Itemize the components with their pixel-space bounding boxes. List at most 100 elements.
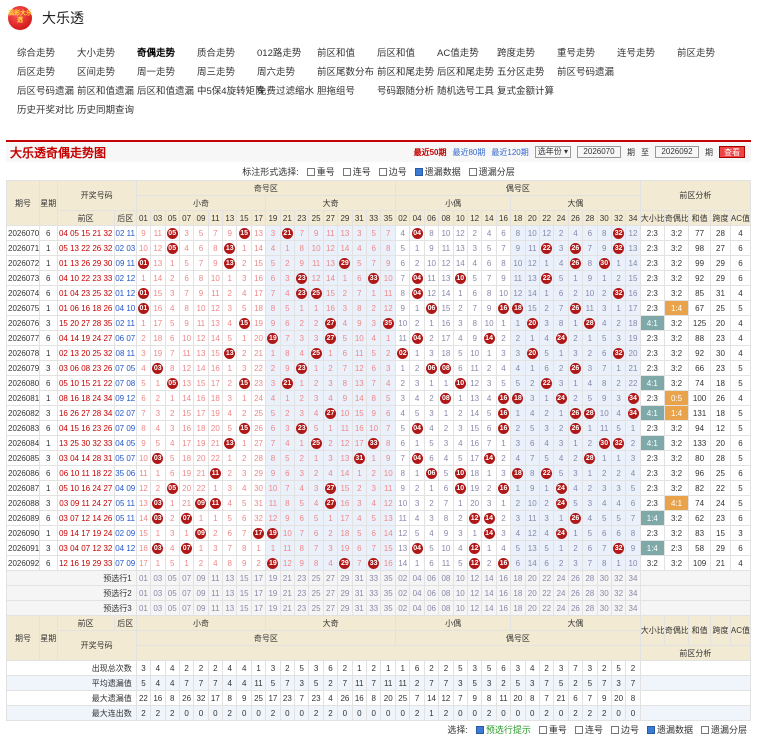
number-cell[interactable]: 12 bbox=[193, 330, 209, 346]
number-cell[interactable]: 8 bbox=[582, 255, 598, 271]
number-cell[interactable]: 5 bbox=[395, 240, 411, 256]
number-cell[interactable]: 10 bbox=[308, 240, 324, 256]
number-cell[interactable]: 12 bbox=[466, 375, 483, 391]
number-cell[interactable]: 29 bbox=[337, 555, 353, 571]
number-cell[interactable]: 4 bbox=[322, 555, 339, 571]
number-cell[interactable]: 9 bbox=[380, 255, 397, 271]
table-row[interactable]: 2026080 6 05 10 15 21 22 07 08 5 1 05 13 15 17 2 15… bbox=[6, 375, 752, 391]
number-cell[interactable]: 13 bbox=[222, 345, 238, 361]
checkbox-icon[interactable] bbox=[610, 726, 619, 735]
preselect-number[interactable]: 27 bbox=[322, 600, 339, 616]
table-row[interactable]: 2026082 3 16 26 27 28 34 02 07 7 3 2 15 17 19 4 2 25… bbox=[6, 405, 752, 421]
number-cell[interactable]: 2 bbox=[409, 480, 425, 496]
number-cell[interactable]: 5 bbox=[308, 510, 324, 526]
number-cell[interactable]: 8 bbox=[438, 510, 454, 526]
number-cell[interactable]: 2 bbox=[236, 255, 252, 271]
preselect-number[interactable]: 26 bbox=[567, 570, 584, 586]
number-cell[interactable]: 7 bbox=[365, 375, 382, 391]
number-cell[interactable]: 11 bbox=[207, 495, 224, 511]
number-cell[interactable]: 5 bbox=[625, 480, 641, 496]
number-cell[interactable]: 5 bbox=[236, 300, 252, 316]
number-cell[interactable]: 11 bbox=[395, 330, 411, 346]
number-cell[interactable]: 2 bbox=[265, 360, 281, 376]
preselect-number[interactable]: 35 bbox=[380, 585, 397, 601]
number-cell[interactable]: 16 bbox=[150, 300, 166, 316]
number-cell[interactable]: 15 bbox=[236, 225, 252, 241]
number-cell[interactable]: 3 bbox=[222, 480, 238, 496]
number-cell[interactable]: 9 bbox=[294, 255, 310, 271]
number-cell[interactable]: 2 bbox=[610, 315, 627, 331]
number-cell[interactable]: 1 bbox=[279, 390, 296, 406]
number-cell[interactable]: 9 bbox=[135, 225, 152, 241]
number-cell[interactable]: 17 bbox=[337, 510, 353, 526]
number-cell[interactable]: 7 bbox=[596, 540, 612, 556]
number-cell[interactable]: 5 bbox=[423, 540, 440, 556]
number-cell[interactable]: 18 bbox=[178, 450, 195, 466]
number-cell[interactable]: 34 bbox=[625, 390, 641, 406]
number-cell[interactable]: 11 bbox=[207, 285, 224, 301]
number-cell[interactable]: 33 bbox=[365, 270, 382, 286]
table-row[interactable]: 2026071 1 05 13 22 26 32 02 03 10 12 05 4 6 8 13 1 1… bbox=[6, 240, 752, 256]
checkbox-icon[interactable] bbox=[646, 726, 655, 735]
number-cell[interactable]: 9 bbox=[236, 555, 252, 571]
number-cell[interactable]: 7 bbox=[495, 240, 512, 256]
preselect-number[interactable]: 16 bbox=[495, 585, 512, 601]
number-cell[interactable]: 1 bbox=[308, 450, 324, 466]
number-cell[interactable]: 19 bbox=[265, 330, 281, 346]
number-cell[interactable]: 11 bbox=[466, 360, 483, 376]
nav-link[interactable]: 前区和尾走势 bbox=[377, 64, 437, 78]
number-cell[interactable]: 9 bbox=[294, 555, 310, 571]
number-cell[interactable]: 30 bbox=[250, 480, 267, 496]
number-cell[interactable]: 8 bbox=[222, 555, 238, 571]
number-cell[interactable]: 22 bbox=[538, 465, 555, 481]
number-cell[interactable]: 11 bbox=[308, 255, 324, 271]
number-cell[interactable]: 3 bbox=[337, 300, 353, 316]
number-cell[interactable]: 04 bbox=[409, 420, 425, 436]
number-cell[interactable]: 1 bbox=[380, 330, 397, 346]
number-cell[interactable]: 8 bbox=[510, 225, 526, 241]
number-cell[interactable]: 3 bbox=[625, 450, 641, 466]
preselect-number[interactable]: 14 bbox=[481, 570, 497, 586]
number-cell[interactable]: 6 bbox=[452, 360, 469, 376]
number-cell[interactable]: 6 bbox=[625, 495, 641, 511]
number-cell[interactable]: 1 bbox=[481, 345, 497, 361]
number-cell[interactable]: 2 bbox=[164, 270, 180, 286]
preselect-number[interactable]: 08 bbox=[438, 585, 454, 601]
number-cell[interactable]: 8 bbox=[625, 525, 641, 541]
number-cell[interactable]: 4 bbox=[207, 555, 224, 571]
preselect-row[interactable]: 预选行2 01 03 05 07 09 11 13 15 17 19 21 23 25 27 29 31 33 35… bbox=[6, 585, 752, 601]
number-cell[interactable]: 11 bbox=[438, 555, 454, 571]
number-cell[interactable]: 3 bbox=[495, 345, 512, 361]
number-cell[interactable]: 1 bbox=[409, 345, 425, 361]
number-cell[interactable]: 2 bbox=[582, 480, 598, 496]
nav-link[interactable]: 复式金额计算 bbox=[497, 83, 557, 97]
bottom-option[interactable]: 重号 bbox=[538, 723, 567, 736]
number-cell[interactable]: 9 bbox=[510, 240, 526, 256]
number-cell[interactable]: 4 bbox=[150, 420, 166, 436]
number-cell[interactable]: 03 bbox=[150, 540, 166, 556]
number-cell[interactable]: 5 bbox=[538, 345, 555, 361]
mark-option[interactable]: 遗漏数据 bbox=[414, 165, 461, 178]
number-cell[interactable]: 10 bbox=[265, 480, 281, 496]
number-cell[interactable]: 2 bbox=[495, 450, 512, 466]
number-cell[interactable]: 20 bbox=[625, 345, 641, 361]
number-cell[interactable]: 9 bbox=[596, 240, 612, 256]
number-cell[interactable]: 34 bbox=[625, 405, 641, 421]
period-50-link[interactable]: 最近50期 bbox=[414, 147, 447, 158]
preselect-number[interactable]: 18 bbox=[510, 570, 526, 586]
checkbox-icon[interactable] bbox=[700, 726, 709, 735]
number-cell[interactable]: 32 bbox=[610, 345, 627, 361]
number-cell[interactable]: 16 bbox=[495, 405, 512, 421]
number-cell[interactable]: 6 bbox=[365, 240, 382, 256]
number-cell[interactable]: 7 bbox=[236, 525, 252, 541]
number-cell[interactable]: 2 bbox=[452, 300, 469, 316]
number-cell[interactable]: 2 bbox=[308, 375, 324, 391]
number-cell[interactable]: 16 bbox=[495, 300, 512, 316]
number-cell[interactable]: 4 bbox=[294, 345, 310, 361]
number-cell[interactable]: 12 bbox=[438, 255, 454, 271]
number-cell[interactable]: 30 bbox=[596, 255, 612, 271]
preselect-number[interactable]: 26 bbox=[567, 585, 584, 601]
preselect-number[interactable]: 02 bbox=[395, 570, 411, 586]
number-cell[interactable]: 10 bbox=[495, 285, 512, 301]
number-cell[interactable]: 7 bbox=[351, 285, 367, 301]
